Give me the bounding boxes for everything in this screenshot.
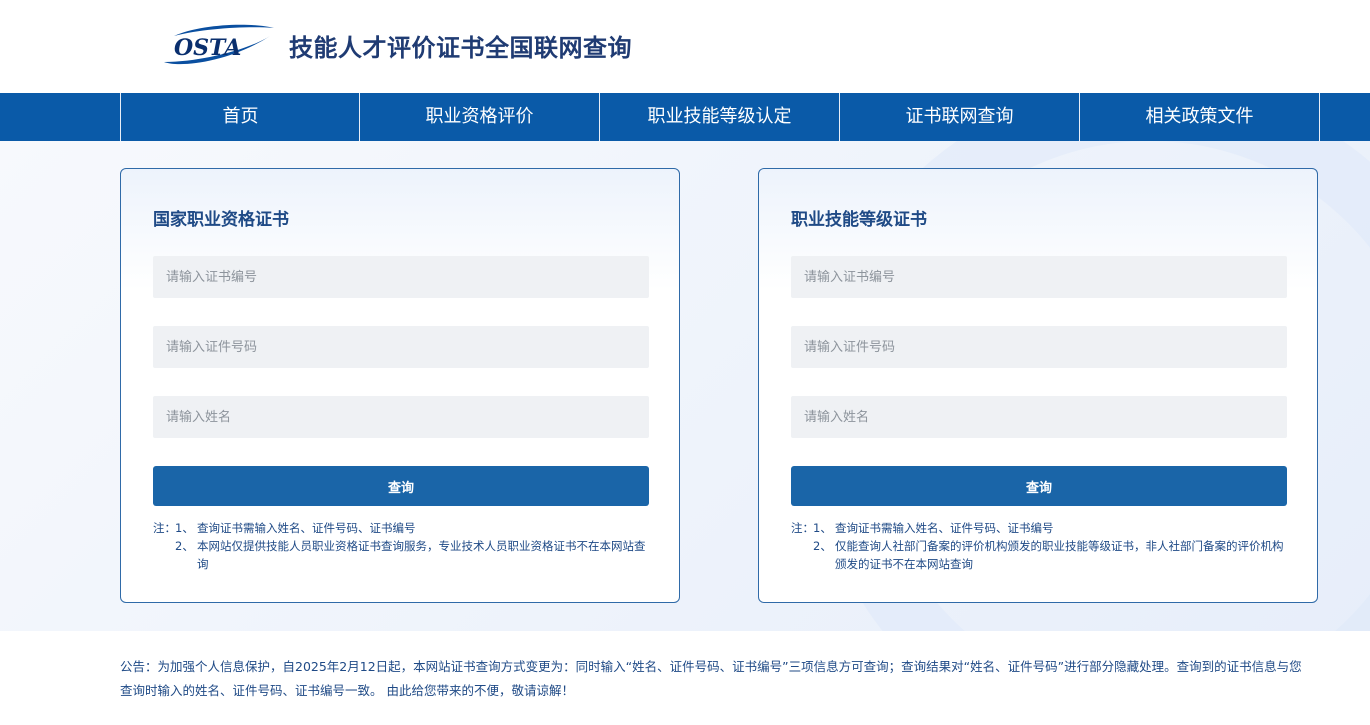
id-number-input[interactable]	[153, 326, 649, 368]
name-input[interactable]	[791, 396, 1287, 438]
site-header: OSTA 技能人才评价证书全国联网查询	[0, 0, 1370, 93]
nav-item-qualification-evaluation[interactable]: 职业资格评价	[359, 93, 599, 141]
nav-item-home[interactable]: 首页	[120, 93, 360, 141]
note-index: 1、	[813, 521, 832, 535]
nav-item-skill-level-certification[interactable]: 职业技能等级认定	[599, 93, 839, 141]
site-title: 技能人才评价证书全国联网查询	[289, 34, 632, 62]
panel-notes: 注： 1、 查询证书需输入姓名、证件号码、证书编号 2、 本网站仅提供技能人员职…	[153, 519, 653, 573]
name-input[interactable]	[153, 396, 649, 438]
panel-title: 职业技能等级证书	[791, 210, 927, 230]
note-lead: 注：	[791, 521, 814, 535]
panel-notes: 注： 1、 查询证书需输入姓名、证件号码、证书编号 2、 仅能查询人社部门备案的…	[791, 519, 1291, 573]
announcement-text: 公告：为加强个人信息保护，自2025年2月12日起，本网站证书查询方式变更为：同…	[120, 659, 1302, 698]
nav-divider	[1319, 93, 1320, 141]
certificate-number-input[interactable]	[153, 256, 649, 298]
note-text: 查询证书需输入姓名、证件号码、证书编号	[197, 521, 416, 535]
note-text: 仅能查询人社部门备案的评价机构颁发的职业技能等级证书，非人社部门备案的评价机构颁…	[835, 539, 1284, 571]
osta-logo[interactable]: OSTA	[160, 22, 278, 68]
panel-national-qualification: 国家职业资格证书 查询 注： 1、 查询证书需输入姓名、证件号码、证书编号 2、…	[120, 168, 680, 603]
note-index: 2、	[813, 539, 832, 553]
panel-skill-level: 职业技能等级证书 查询 注： 1、 查询证书需输入姓名、证件号码、证书编号 2、…	[758, 168, 1318, 603]
main-content: 国家职业资格证书 查询 注： 1、 查询证书需输入姓名、证件号码、证书编号 2、…	[0, 141, 1370, 631]
logo-text: OSTA	[174, 35, 241, 61]
note-text: 本网站仅提供技能人员职业资格证书查询服务，专业技术人员职业资格证书不在本网站查询	[197, 539, 646, 571]
main-nav: 首页 职业资格评价 职业技能等级认定 证书联网查询 相关政策文件	[0, 93, 1370, 141]
note-index: 2、	[175, 539, 194, 553]
nav-item-policy-documents[interactable]: 相关政策文件	[1079, 93, 1319, 141]
query-button[interactable]: 查询	[791, 466, 1287, 506]
id-number-input[interactable]	[791, 326, 1287, 368]
note-index: 1、	[175, 521, 194, 535]
note-lead: 注：	[153, 521, 176, 535]
note-text: 查询证书需输入姓名、证件号码、证书编号	[835, 521, 1054, 535]
certificate-number-input[interactable]	[791, 256, 1287, 298]
query-button[interactable]: 查询	[153, 466, 649, 506]
panel-title: 国家职业资格证书	[153, 210, 289, 230]
nav-item-certificate-query[interactable]: 证书联网查询	[839, 93, 1079, 141]
